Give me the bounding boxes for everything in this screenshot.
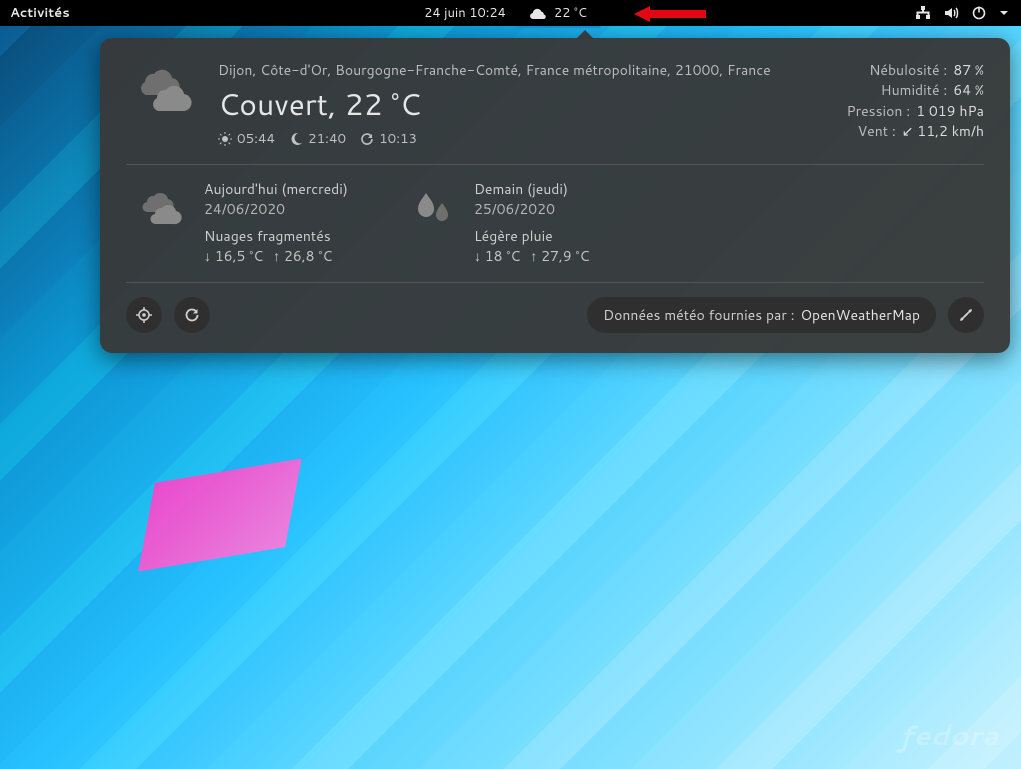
activities-button[interactable]: Activités xyxy=(0,4,80,22)
popup-footer: Données météo fournies par : OpenWeather… xyxy=(126,297,984,333)
sunrise: 05:44 xyxy=(218,129,275,148)
forecast-date: 25/06/2020 xyxy=(474,199,590,219)
refresh-icon xyxy=(360,132,374,146)
provider-link[interactable]: OpenWeatherMap xyxy=(801,305,920,325)
weather-popup: Dijon, Côte-d'Or, Bourgogne-Franche-Comt… xyxy=(100,38,1010,353)
forecast-tomorrow: Demain (jeudi) 25/06/2020 Légère pluie ↓… xyxy=(408,179,590,266)
forecast-condition: Nuages fragmentés xyxy=(204,226,348,246)
forecast-today: Aujourd'hui (mercredi) 24/06/2020 Nuages… xyxy=(132,179,348,266)
network-icon[interactable] xyxy=(915,5,931,21)
forecast-condition: Légère pluie xyxy=(474,226,590,246)
sunset: 21:40 xyxy=(289,129,346,148)
last-refresh: 10:13 xyxy=(360,129,417,148)
cloudy-icon xyxy=(132,189,186,233)
weather-indicator[interactable]: 22 °C xyxy=(520,0,597,26)
chevron-down-icon[interactable] xyxy=(999,8,1009,18)
settings-button[interactable] xyxy=(948,297,984,333)
forecast-day: Aujourd'hui (mercredi) xyxy=(204,179,348,199)
divider xyxy=(126,282,984,283)
cloud-icon xyxy=(530,6,548,20)
current-details: Nébulosité :87 % Humidité :64 % Pression… xyxy=(847,60,985,141)
forecast-temps: ↓ 16,5 °C↑ 26,8 °C xyxy=(204,246,348,266)
clock[interactable]: 24 juin 10:24 xyxy=(424,4,506,22)
weather-temp: 22 °C xyxy=(554,4,587,22)
power-icon[interactable] xyxy=(971,5,987,21)
location-text: Dijon, Côte-d'Or, Bourgogne-Franche-Comt… xyxy=(218,60,825,80)
forecast-temps: ↓ 18 °C↑ 27,9 °C xyxy=(474,246,590,266)
locate-button[interactable] xyxy=(126,297,162,333)
top-bar: Activités 24 juin 10:24 22 °C xyxy=(0,0,1021,26)
distro-watermark: fedora xyxy=(900,715,999,755)
wallpaper-accent xyxy=(138,459,301,572)
data-provider[interactable]: Données météo fournies par : OpenWeather… xyxy=(587,297,936,333)
current-conditions: Dijon, Côte-d'Or, Bourgogne-Franche-Comt… xyxy=(126,60,984,148)
indicator-highlight xyxy=(516,26,601,28)
forecast-date: 24/06/2020 xyxy=(204,199,348,219)
divider xyxy=(126,164,984,165)
overcast-icon xyxy=(126,64,196,122)
forecast-row: Aujourd'hui (mercredi) 24/06/2020 Nuages… xyxy=(126,179,984,266)
refresh-button[interactable] xyxy=(174,297,210,333)
annotation-arrow xyxy=(634,6,706,22)
forecast-day: Demain (jeudi) xyxy=(474,179,590,199)
rain-icon xyxy=(408,189,456,233)
volume-icon[interactable] xyxy=(943,5,959,21)
top-bar-center: 24 juin 10:24 22 °C xyxy=(424,0,597,26)
system-tray xyxy=(915,5,1021,21)
sunrise-icon xyxy=(218,132,232,146)
sun-times: 05:44 21:40 10:13 xyxy=(218,129,825,148)
sunset-icon xyxy=(289,132,303,146)
condition-text: Couvert, 22 °C xyxy=(218,82,825,125)
